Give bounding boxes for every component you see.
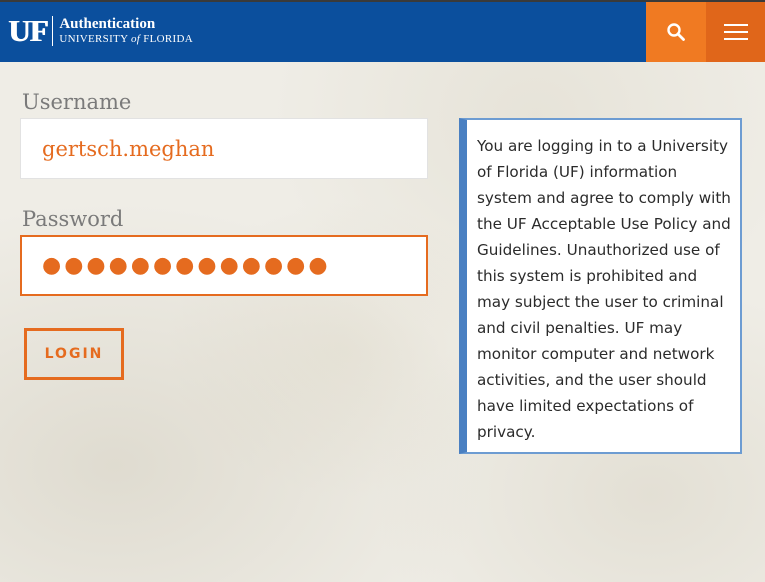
password-label: Password <box>22 207 124 231</box>
password-field[interactable]: ●●●●●●●●●●●●● <box>20 235 428 296</box>
site-header: UF Authentication UNIVERSITY of FLORIDA <box>0 2 765 62</box>
search-icon <box>667 23 685 41</box>
username-label: Username <box>22 90 132 114</box>
hamburger-menu-icon <box>723 24 748 40</box>
usage-notice-text: You are logging in to a University of Fl… <box>477 137 731 441</box>
university-name: UNIVERSITY of FLORIDA <box>59 32 193 46</box>
menu-button[interactable] <box>706 2 765 62</box>
search-button[interactable] <box>646 2 706 62</box>
app-title: Authentication <box>59 16 156 32</box>
password-value: ●●●●●●●●●●●●● <box>42 253 331 278</box>
uf-logo[interactable]: UF Authentication UNIVERSITY of FLORIDA <box>8 13 193 48</box>
university-name-of: of <box>130 33 141 45</box>
login-button[interactable]: LOGIN <box>24 328 124 380</box>
username-value: gertsch.meghan <box>42 136 215 161</box>
uf-logo-mark: UF <box>8 13 48 48</box>
logo-text: Authentication UNIVERSITY of FLORIDA <box>59 16 193 46</box>
university-name-part1: UNIVERSITY <box>59 33 128 45</box>
university-name-part2: FLORIDA <box>143 33 193 45</box>
logo-divider <box>52 16 54 46</box>
username-field[interactable]: gertsch.meghan <box>20 118 428 179</box>
usage-notice: You are logging in to a University of Fl… <box>459 118 742 454</box>
